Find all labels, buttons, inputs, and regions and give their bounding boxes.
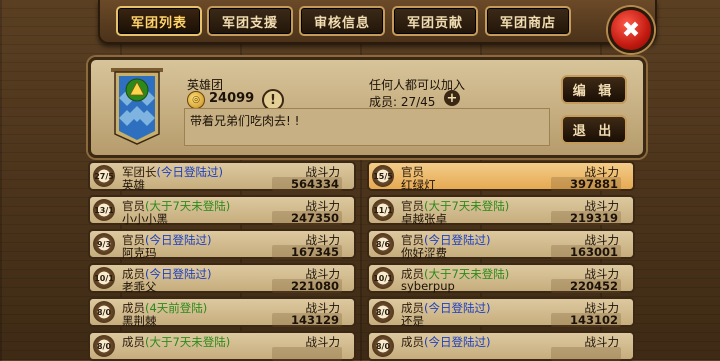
- rank-badge-icon: 8/0: [93, 301, 115, 323]
- member-login-status: (今日登陆过): [424, 335, 491, 349]
- member-name: 红绿灯: [401, 178, 436, 192]
- member-power: 397881: [551, 177, 621, 191]
- member-power: [272, 347, 342, 361]
- member-login-status: (今日登陆过): [156, 165, 223, 179]
- member-power: 143102: [551, 313, 621, 327]
- member-name: 卓越张卓: [401, 212, 447, 226]
- exclamation-icon: !: [270, 92, 276, 108]
- tab-legion-support[interactable]: 军团支援: [207, 6, 293, 36]
- member-role-label: 成员: [401, 335, 424, 349]
- member-power: [551, 347, 621, 361]
- tab-legion-list[interactable]: 军团列表: [116, 6, 202, 36]
- rank-badge-icon: 15/5: [372, 165, 394, 187]
- member-card[interactable]: 8/0 成员(今日登陆过) 还是 战斗力 143102: [367, 297, 635, 328]
- tab-legion-shop[interactable]: 军团商店: [485, 6, 571, 36]
- member-power: 163001: [551, 245, 621, 259]
- member-name: 老乖父: [122, 280, 157, 294]
- member-power: 247350: [272, 211, 342, 225]
- guild-banner-icon: [111, 68, 163, 145]
- member-role: 成员(今日登陆过): [401, 334, 490, 350]
- member-card[interactable]: 11/1 官员(大于7天未登陆) 卓越张卓 战斗力 219319: [367, 195, 635, 226]
- close-icon: ✖: [621, 17, 641, 43]
- close-button[interactable]: ✖: [608, 7, 654, 53]
- guild-motto: 带着兄弟们吃肉去! !: [184, 108, 550, 146]
- tab-bar: 军团列表 军团支援 审核信息 军团贡献 军团商店: [98, 0, 657, 44]
- member-name: 英雄: [122, 178, 145, 192]
- gold-coin-icon: ◎: [187, 91, 205, 109]
- member-name: 还是: [401, 314, 424, 328]
- member-name: 小小小黑: [122, 212, 168, 226]
- member-card[interactable]: 8/0 成员(4天前登陆) 黑荆棘 战斗力 143129: [88, 297, 356, 328]
- rank-badge-icon: 27/5: [93, 165, 115, 187]
- tab-review-info[interactable]: 审核信息: [299, 6, 385, 36]
- edit-button[interactable]: 编 辑: [561, 75, 627, 104]
- plus-icon: +: [446, 90, 458, 106]
- member-login-status: (大于7天未登陆): [145, 335, 231, 349]
- exit-button[interactable]: 退 出: [561, 115, 627, 144]
- member-card[interactable]: 8/0 成员(今日登陆过) 战斗力: [367, 331, 635, 361]
- member-card[interactable]: 13/1 官员(大于7天未登陆) 小小小黑 战斗力 247350: [88, 195, 356, 226]
- member-power: 220452: [551, 279, 621, 293]
- member-card[interactable]: 10/1 成员(今日登陆过) 老乖父 战斗力 221080: [88, 263, 356, 294]
- member-power: 219319: [551, 211, 621, 225]
- member-name: 你好涩费: [401, 246, 447, 260]
- member-card[interactable]: 15/5 官员 红绿灯 战斗力 397881: [367, 161, 635, 192]
- member-name: syberpup: [401, 279, 455, 293]
- member-card[interactable]: 9/3 官员(今日登陆过) 阿克玛 战斗力 167345: [88, 229, 356, 260]
- member-role-label: 成员: [122, 335, 145, 349]
- rank-badge-icon: 8/0: [372, 335, 394, 357]
- member-name: 阿克玛: [122, 246, 157, 260]
- tab-legion-contribution[interactable]: 军团贡献: [392, 6, 478, 36]
- rank-badge-icon: 8/0: [372, 301, 394, 323]
- rank-badge-icon: 11/1: [372, 199, 394, 221]
- member-card[interactable]: 10/1 成员(大于7天未登陆) syberpup 战斗力 220452: [367, 263, 635, 293]
- rank-badge-icon: 10/1: [372, 267, 394, 289]
- member-card[interactable]: 27/5 军团长(今日登陆过) 英雄 战斗力 564334: [88, 161, 356, 192]
- member-power: 167345: [272, 245, 342, 259]
- member-card[interactable]: 8/0 成员(大于7天未登陆) 战斗力: [88, 331, 356, 361]
- member-name: 黑荆棘: [122, 314, 157, 328]
- rank-badge-icon: 13/1: [93, 199, 115, 221]
- add-member-button[interactable]: +: [444, 90, 460, 106]
- member-card[interactable]: 8/6 官员(今日登陆过) 你好涩费 战斗力 163001: [367, 229, 635, 260]
- member-role: 成员(大于7天未登陆): [122, 334, 230, 350]
- member-login-status: (今日登陆过): [424, 301, 491, 315]
- rank-badge-icon: 8/6: [372, 233, 394, 255]
- guild-gold: 24099: [209, 91, 255, 106]
- member-power: 143129: [272, 313, 342, 327]
- member-power: 221080: [272, 279, 342, 293]
- rank-badge-icon: 9/3: [93, 233, 115, 255]
- rank-badge-icon: 10/1: [93, 267, 115, 289]
- member-power: 564334: [272, 177, 342, 191]
- guild-info-panel: 英雄团 ◎ 24099 ! 任何人都可以加入 成员: 27/45 + 带着兄弟们…: [88, 57, 646, 158]
- rank-badge-icon: 8/0: [93, 335, 115, 357]
